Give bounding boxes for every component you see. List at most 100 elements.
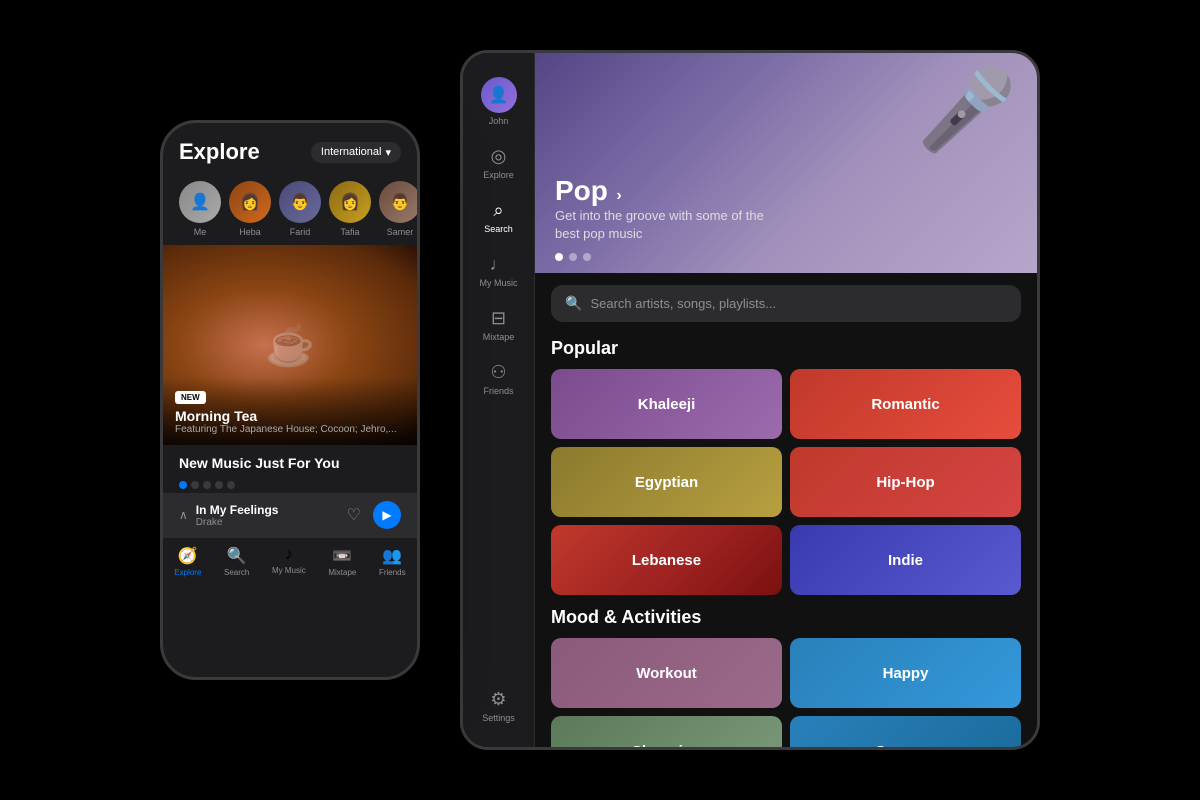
genre-card-romantic[interactable]: Romantic bbox=[790, 369, 1021, 439]
hero-badge: NEW bbox=[175, 391, 206, 404]
sidebar-label-my-music: My Music bbox=[480, 278, 518, 288]
mixtape-icon: ⊟ bbox=[491, 308, 506, 329]
nav-mixtape[interactable]: 📼 Mixtape bbox=[328, 546, 356, 577]
heart-icon[interactable]: ♡ bbox=[347, 505, 361, 525]
sidebar-label-explore: Explore bbox=[483, 170, 514, 180]
international-dropdown[interactable]: International ▾ bbox=[311, 142, 401, 163]
genre-label-lebanese: Lebanese bbox=[632, 552, 701, 569]
genre-card-workout[interactable]: Workout bbox=[551, 638, 782, 708]
avatar-item-heba[interactable]: 👩 Heba bbox=[229, 181, 271, 237]
dropdown-arrow: ▾ bbox=[385, 146, 391, 159]
search-bar[interactable]: 🔍 Search artists, songs, playlists... bbox=[551, 285, 1021, 322]
phone-explore-title: Explore bbox=[179, 139, 260, 165]
app-scene: Explore International ▾ 👤 Me 👩 Heba 👨 bbox=[0, 0, 1200, 800]
sidebar-item-john[interactable]: 👤 John bbox=[463, 69, 534, 134]
dot-3 bbox=[203, 481, 211, 489]
now-playing-bar[interactable]: ∧ In My Feelings Drake ♡ ▶ bbox=[163, 493, 417, 537]
search-input-placeholder: Search artists, songs, playlists... bbox=[590, 296, 776, 311]
genre-label-happy: Happy bbox=[883, 665, 929, 682]
genre-card-happy[interactable]: Happy bbox=[790, 638, 1021, 708]
mixtape-nav-label: Mixtape bbox=[328, 568, 356, 577]
dot-1 bbox=[179, 481, 187, 489]
hero-text-block: Pop › Get into the groove with some of t… bbox=[555, 175, 775, 243]
sidebar-label-friends: Friends bbox=[483, 386, 513, 396]
avatar-item-samer[interactable]: 👨 Samer bbox=[379, 181, 417, 237]
sidebar-label-mixtape: Mixtape bbox=[483, 332, 515, 342]
nav-my-music[interactable]: ♪ My Music bbox=[272, 546, 306, 577]
sidebar-item-friends[interactable]: ⚇ Friends bbox=[463, 354, 534, 404]
genre-label-khaleeji: Khaleeji bbox=[638, 396, 696, 413]
genre-card-shopping[interactable]: Shopping bbox=[551, 716, 782, 747]
search-nav-label: Search bbox=[224, 568, 249, 577]
tablet-sidebar: 👤 John ◎ Explore ⌕ Search ♩ My Music ⊟ M… bbox=[463, 53, 535, 747]
avatar-heba: 👩 bbox=[229, 181, 271, 223]
avatar-item-farid[interactable]: 👨 Farid bbox=[279, 181, 321, 237]
hero-dot-3 bbox=[583, 253, 591, 261]
dot-4 bbox=[215, 481, 223, 489]
sidebar-item-explore[interactable]: ◎ Explore bbox=[463, 138, 534, 188]
nav-friends[interactable]: 👥 Friends bbox=[379, 546, 406, 577]
popular-section-title: Popular bbox=[535, 334, 1037, 369]
hero-carousel-dots bbox=[555, 253, 591, 261]
phone-device: Explore International ▾ 👤 Me 👩 Heba 👨 bbox=[160, 120, 420, 680]
play-button[interactable]: ▶ bbox=[373, 501, 401, 529]
tablet-hero[interactable]: 🎤 Pop › Get into the groove with some of… bbox=[535, 53, 1037, 273]
now-playing-artist: Drake bbox=[196, 517, 339, 528]
popular-genre-grid: Khaleeji Romantic Egyptian Hip-Hop Leban… bbox=[535, 369, 1037, 595]
friends-icon: ⚇ bbox=[490, 362, 506, 383]
avatar-me: 👤 bbox=[179, 181, 221, 223]
mood-section-title: Mood & Activities bbox=[535, 603, 1037, 638]
nav-explore[interactable]: 🧭 Explore bbox=[174, 546, 201, 577]
hero-chevron: › bbox=[612, 187, 622, 204]
dot-2 bbox=[191, 481, 199, 489]
phone-bottom-nav: 🧭 Explore 🔍 Search ♪ My Music 📼 Mixtape … bbox=[163, 537, 417, 581]
genre-card-indie[interactable]: Indie bbox=[790, 525, 1021, 595]
genre-card-summer[interactable]: Summer bbox=[790, 716, 1021, 747]
john-avatar-icon: 👤 bbox=[489, 85, 509, 105]
sidebar-item-mixtape[interactable]: ⊟ Mixtape bbox=[463, 300, 534, 350]
genre-card-hiphop[interactable]: Hip-Hop bbox=[790, 447, 1021, 517]
avatar-samer: 👨 bbox=[379, 181, 417, 223]
search-nav-icon: 🔍 bbox=[227, 546, 247, 566]
nav-search[interactable]: 🔍 Search bbox=[224, 546, 249, 577]
sidebar-label-search: Search bbox=[484, 224, 513, 234]
friends-nav-icon: 👥 bbox=[382, 546, 402, 566]
dot-5 bbox=[227, 481, 235, 489]
avatar-label-me: Me bbox=[194, 227, 207, 237]
phone-header: Explore International ▾ bbox=[163, 123, 417, 173]
now-playing-chevron: ∧ bbox=[179, 508, 188, 522]
now-playing-info: In My Feelings Drake bbox=[196, 503, 339, 528]
new-music-title: New Music Just For You bbox=[163, 445, 417, 477]
friends-nav-label: Friends bbox=[379, 568, 406, 577]
avatar-label-farid: Farid bbox=[290, 227, 311, 237]
hero-person-image: 🎤 bbox=[917, 63, 1017, 157]
avatar-label-samer: Samer bbox=[387, 227, 414, 237]
sidebar-item-search[interactable]: ⌕ Search bbox=[463, 192, 534, 242]
sidebar-label-settings: Settings bbox=[482, 713, 515, 723]
hero-genre-title: Pop › bbox=[555, 175, 775, 207]
genre-card-egyptian[interactable]: Egyptian bbox=[551, 447, 782, 517]
explore-nav-icon: 🧭 bbox=[178, 546, 198, 566]
genre-label-romantic: Romantic bbox=[871, 396, 939, 413]
genre-label-workout: Workout bbox=[636, 665, 697, 682]
avatar-label-tafia: Tafia bbox=[340, 227, 359, 237]
avatar-farid: 👨 bbox=[279, 181, 321, 223]
avatar-item-tafia[interactable]: 👩 Tafia bbox=[329, 181, 371, 237]
search-magnifier-icon: 🔍 bbox=[565, 295, 582, 312]
mixtape-nav-icon: 📼 bbox=[332, 546, 352, 566]
phone-hero[interactable]: ☕ NEW Morning Tea Featuring The Japanese… bbox=[163, 245, 417, 445]
genre-card-khaleeji[interactable]: Khaleeji bbox=[551, 369, 782, 439]
sidebar-item-settings[interactable]: ⚙ Settings bbox=[463, 681, 534, 731]
genre-label-hiphop: Hip-Hop bbox=[876, 474, 934, 491]
avatar-tafia: 👩 bbox=[329, 181, 371, 223]
search-icon: ⌕ bbox=[493, 200, 503, 221]
tablet-main-content: 🎤 Pop › Get into the groove with some of… bbox=[535, 53, 1037, 747]
mymusic-nav-icon: ♪ bbox=[285, 546, 293, 564]
avatar-label-heba: Heba bbox=[239, 227, 261, 237]
hero-dot-2 bbox=[569, 253, 577, 261]
sidebar-item-my-music[interactable]: ♩ My Music bbox=[463, 246, 534, 296]
phone-avatars-row: 👤 Me 👩 Heba 👨 Farid 👩 Tafia 👨 Sam bbox=[163, 173, 417, 245]
genre-label-indie: Indie bbox=[888, 552, 923, 569]
avatar-item-me[interactable]: 👤 Me bbox=[179, 181, 221, 237]
genre-card-lebanese[interactable]: Lebanese bbox=[551, 525, 782, 595]
